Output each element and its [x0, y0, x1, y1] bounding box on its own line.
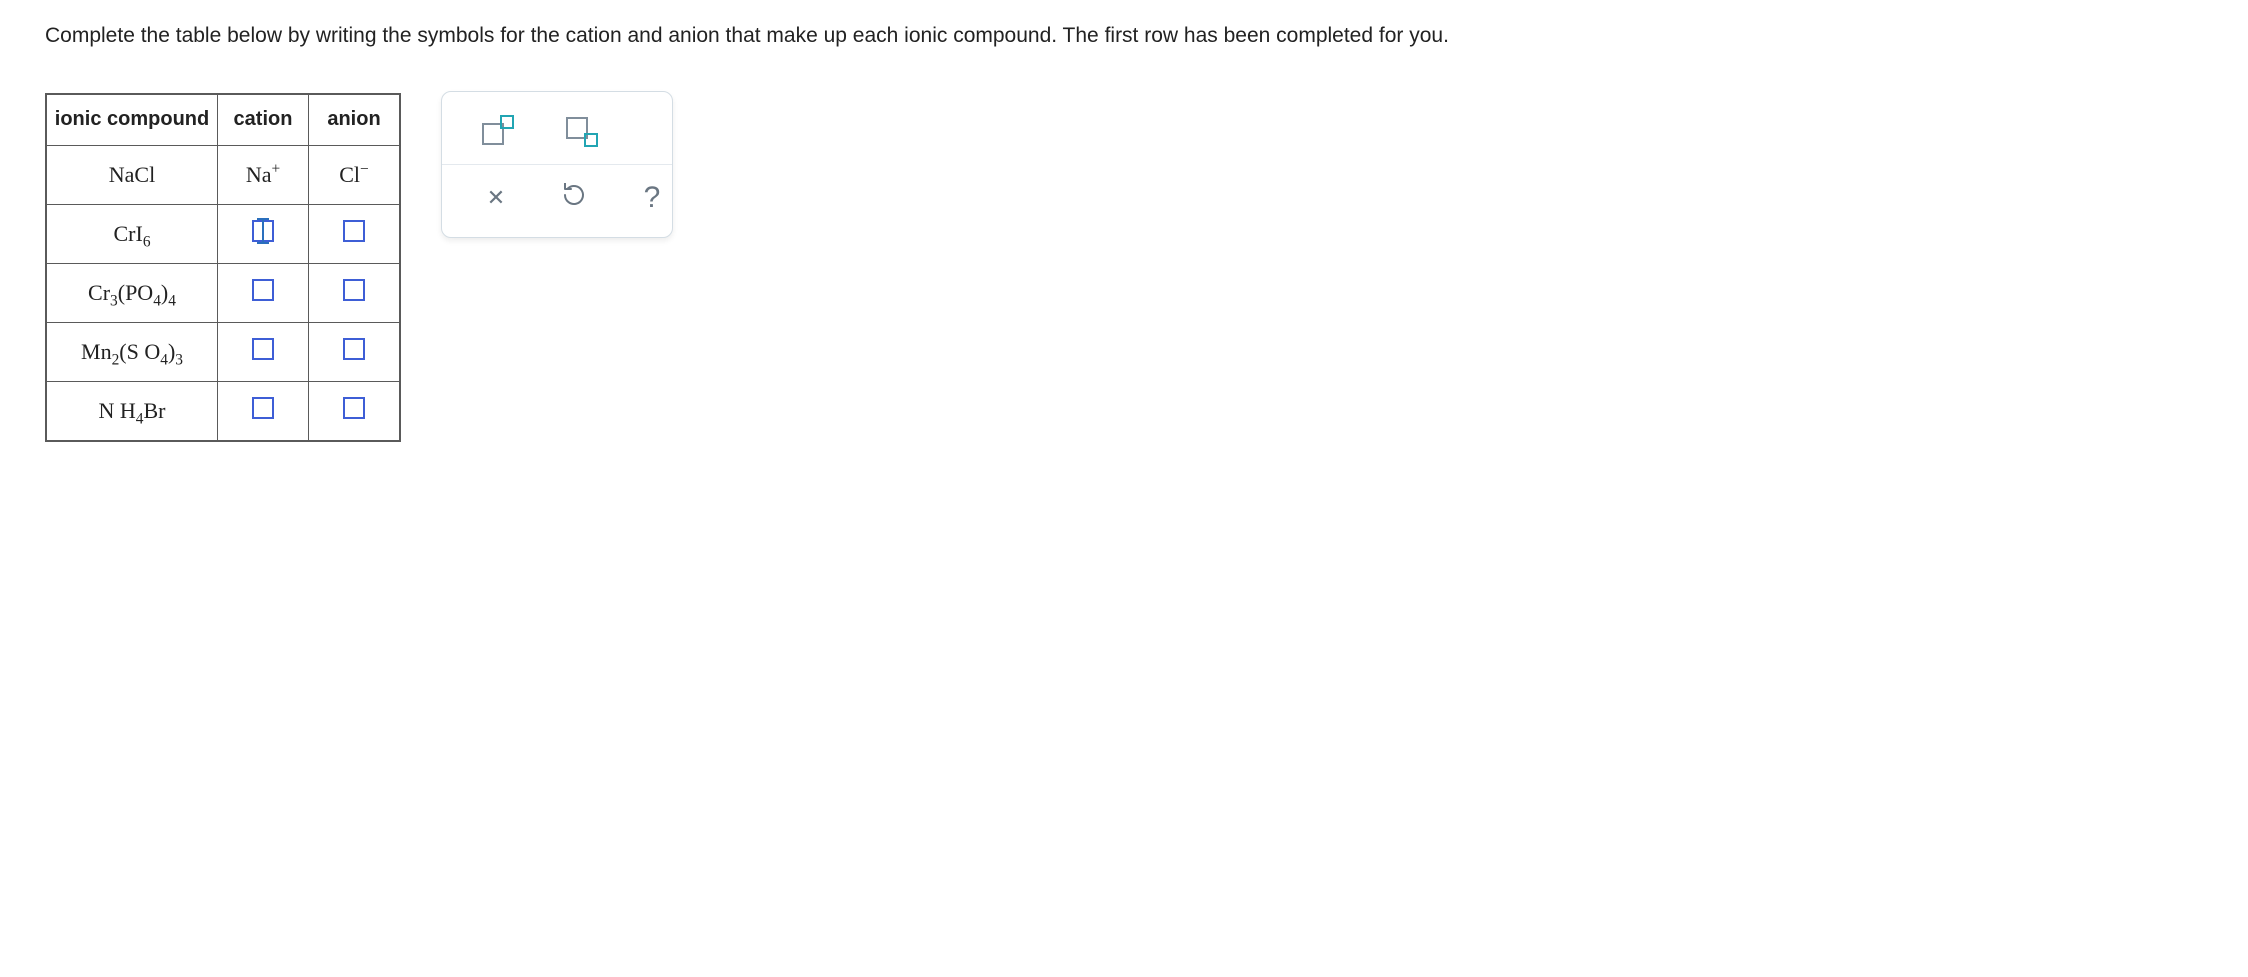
undo-icon	[562, 183, 586, 212]
cation-cell-input[interactable]	[252, 397, 274, 419]
clear-button[interactable]: ✕	[476, 176, 516, 220]
cation-cell-input[interactable]	[252, 220, 274, 242]
header-anion: anion	[309, 94, 401, 146]
anion-cell-input[interactable]	[343, 338, 365, 360]
compound-cell: Cr3(PO4)4	[46, 263, 218, 322]
cation-cell	[218, 381, 309, 441]
cation-cell-input[interactable]	[252, 338, 274, 360]
close-icon: ✕	[487, 185, 505, 211]
compound-cell: NaCl	[46, 145, 218, 204]
help-button[interactable]: ?	[632, 176, 672, 220]
cation-cell-input[interactable]	[252, 279, 274, 301]
reset-button[interactable]	[554, 176, 594, 220]
compound-table: ionic compound cation anion NaCl Na+ Cl− Cr…	[45, 93, 401, 442]
compound-cell: N H4Br	[46, 381, 218, 441]
cation-cell-formula: Na+	[246, 162, 280, 187]
table-row: CrI6	[46, 204, 400, 263]
subscript-icon	[566, 117, 596, 145]
subscript-button[interactable]	[556, 109, 606, 153]
compound-cell: Mn2(S O4)3	[46, 322, 218, 381]
anion-cell	[309, 263, 401, 322]
anion-cell	[309, 204, 401, 263]
cation-cell	[218, 263, 309, 322]
table-row: NaCl Na+ Cl−	[46, 145, 400, 204]
tool-panel: ✕ ?	[441, 91, 673, 238]
anion-cell-formula: Cl−	[339, 162, 368, 187]
instruction-text: Complete the table below by writing the …	[45, 20, 1545, 53]
compound-cell: CrI6	[46, 204, 218, 263]
table-row: Cr3(PO4)4	[46, 263, 400, 322]
compound-formula: CrI6	[113, 221, 150, 246]
anion-cell-input[interactable]	[343, 397, 365, 419]
header-compound: ionic compound	[46, 94, 218, 146]
table-row: N H4Br	[46, 381, 400, 441]
superscript-icon	[482, 117, 512, 145]
superscript-button[interactable]	[472, 109, 522, 153]
anion-cell: Cl−	[309, 145, 401, 204]
anion-cell	[309, 322, 401, 381]
table-row: Mn2(S O4)3	[46, 322, 400, 381]
header-cation: cation	[218, 94, 309, 146]
compound-formula: NaCl	[109, 162, 155, 187]
compound-formula: Mn2(S O4)3	[81, 339, 183, 364]
compound-formula: N H4Br	[99, 398, 166, 423]
anion-cell-input[interactable]	[343, 279, 365, 301]
cation-cell	[218, 322, 309, 381]
help-icon: ?	[644, 181, 661, 215]
cation-cell: Na+	[218, 145, 309, 204]
anion-cell	[309, 381, 401, 441]
anion-cell-input[interactable]	[343, 220, 365, 242]
cation-cell	[218, 204, 309, 263]
compound-formula: Cr3(PO4)4	[88, 280, 176, 305]
